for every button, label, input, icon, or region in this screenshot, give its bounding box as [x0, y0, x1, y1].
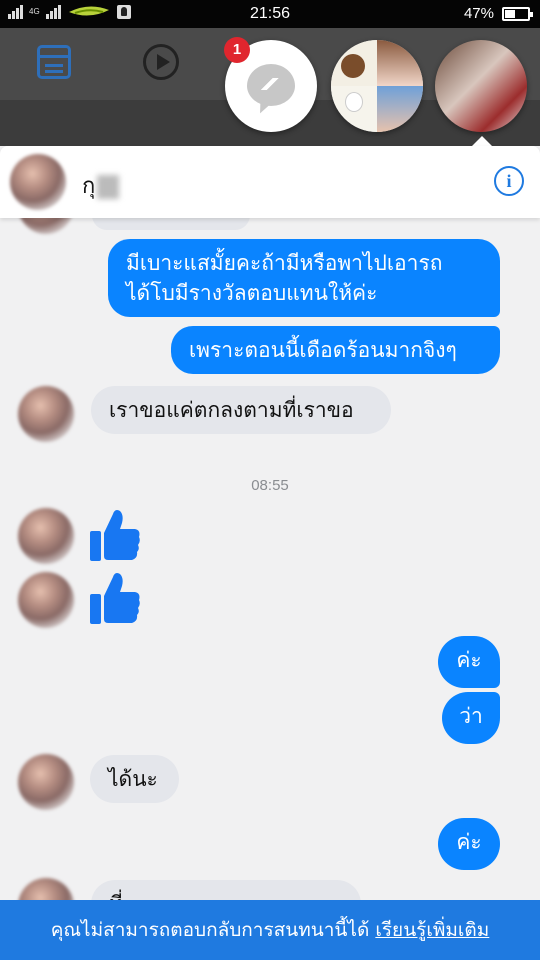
contact-avatar [18, 386, 74, 442]
sticker-bunny-icon [345, 92, 363, 112]
group-chat-head[interactable] [331, 40, 423, 132]
contact-avatar [18, 754, 74, 810]
contact-avatar [18, 218, 74, 234]
chat-heads-bar: 1 [0, 37, 540, 136]
reply-disabled-banner: คุณไม่สามารถตอบกลับการสนทนานี้ได้ เรียนร… [0, 900, 540, 960]
message-bubble-incoming[interactable]: ได้นะ [90, 755, 179, 803]
active-chat-head[interactable] [435, 40, 527, 132]
message-bubble-incoming[interactable]: เราขอแค่ตกลงตามที่เราขอ [91, 386, 391, 434]
message-bubble-incoming [92, 218, 250, 230]
message-list[interactable]: มีเบาะแสมั้ยคะถ้ามีหรือพาไปเอารถ ได้โบมี… [0, 218, 540, 900]
messenger-icon [247, 64, 295, 106]
message-bubble-outgoing[interactable]: เพราะตอนนี้เดือดร้อนมากจิงๆ [171, 326, 500, 374]
sticker-brown-bear-icon [341, 54, 365, 78]
group-avatar-sticker-2 [331, 86, 377, 132]
message-text: ค่ะ [456, 830, 482, 854]
reply-disabled-notice: คุณไม่สามารถตอบกลับการสนทนานี้ได้ [50, 919, 376, 941]
chat-title: กุ [82, 168, 120, 203]
contact-avatar [18, 508, 74, 564]
message-text: เพราะตอนนี้เดือดร้อนมากจิงๆ [189, 338, 457, 362]
message-bubble-incoming[interactable]: ที่... [91, 880, 361, 900]
group-avatar-sticker [331, 40, 377, 86]
contact-avatar [18, 878, 74, 900]
message-text: ว่า [459, 704, 483, 728]
message-line: ได้โบมีรางวัลตอบแทนให้ค่ะ [126, 281, 378, 305]
status-right: 47% [463, 5, 533, 22]
status-bar: 4G 21:56 47% [0, 0, 540, 28]
info-icon[interactable]: i [494, 166, 524, 196]
group-avatar-man [377, 86, 423, 132]
chat-head-pointer [472, 136, 492, 146]
battery-fill [505, 9, 516, 18]
chat-title-text: กุ [82, 174, 96, 199]
message-bubble-outgoing[interactable]: ว่า [442, 692, 500, 744]
message-text: ที่... [109, 892, 143, 900]
message-text: เราขอแค่ตกลงตามที่เราขอ [109, 398, 354, 422]
message-line: มีเบาะแสมั้ยคะถ้ามีหรือพาไปเอารถ [126, 251, 443, 275]
group-avatar-woman [377, 40, 423, 86]
battery-percent: 47% [463, 5, 494, 22]
contact-avatar [18, 572, 74, 628]
message-timestamp: 08:55 [251, 477, 289, 494]
message-text: ค่ะ [456, 648, 482, 672]
learn-more-link[interactable]: เรียนรู้เพิ่มเติม [375, 919, 489, 941]
message-bubble-outgoing[interactable]: มีเบาะแสมั้ยคะถ้ามีหรือพาไปเอารถ ได้โบมี… [108, 239, 500, 317]
chat-header: กุ i [0, 146, 540, 218]
battery-icon [502, 6, 533, 21]
thumbs-up-icon[interactable] [89, 570, 141, 626]
message-bubble-outgoing[interactable]: ค่ะ [438, 818, 500, 870]
message-bubble-outgoing[interactable]: ค่ะ [438, 636, 500, 688]
unread-badge: 1 [224, 37, 250, 63]
status-time: 21:56 [249, 5, 291, 22]
thumbs-up-icon[interactable] [89, 507, 141, 563]
title-redaction [97, 175, 120, 199]
contact-avatar[interactable] [10, 154, 66, 210]
message-text: ได้นะ [108, 767, 158, 791]
